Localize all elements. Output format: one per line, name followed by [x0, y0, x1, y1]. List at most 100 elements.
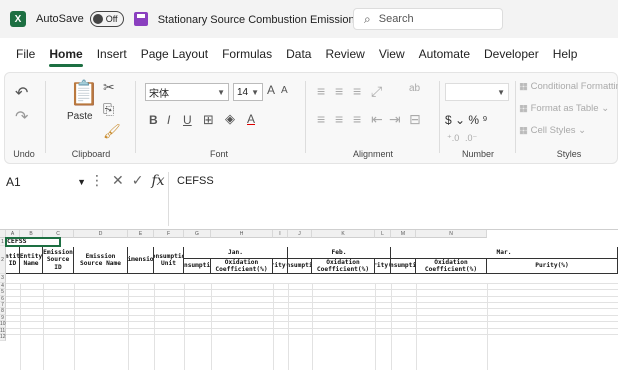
- borders-icon[interactable]: ⊞: [203, 112, 214, 128]
- column-header-f[interactable]: F: [154, 230, 184, 238]
- bold-icon[interactable]: B: [149, 113, 158, 127]
- chevron-down-icon: ▼: [251, 87, 259, 97]
- row-header-10[interactable]: 10: [0, 321, 6, 328]
- font-size-select[interactable]: 14 ▼: [233, 83, 263, 101]
- column-header-j[interactable]: J: [288, 230, 312, 238]
- header-mar-purity[interactable]: Purity(%): [487, 259, 618, 274]
- tab-help[interactable]: Help: [553, 47, 578, 65]
- header-jan-consumption[interactable]: consumption: [184, 259, 211, 274]
- column-header-m[interactable]: M: [391, 230, 416, 238]
- tab-developer[interactable]: Developer: [484, 47, 539, 65]
- header-month-feb[interactable]: Feb.: [288, 247, 391, 259]
- insert-function-icon[interactable]: fx: [151, 173, 164, 189]
- header-month-jan[interactable]: Jan.: [184, 247, 288, 259]
- number-format-buttons[interactable]: $ ⌄ % ⁹: [445, 113, 488, 127]
- column-header-l[interactable]: L: [375, 230, 391, 238]
- header-month-mar[interactable]: Mar.: [391, 247, 618, 259]
- tab-view[interactable]: View: [379, 47, 405, 65]
- align-top-icon[interactable]: ≡: [317, 83, 325, 99]
- enter-icon[interactable]: ✓: [132, 172, 144, 189]
- document-title[interactable]: Stationary Source Combustion Emissions ⌄: [158, 13, 373, 26]
- cut-icon[interactable]: ✂: [103, 79, 115, 96]
- orientation-icon[interactable]: ⤢: [371, 83, 382, 100]
- italic-icon[interactable]: I: [167, 113, 170, 127]
- column-header-n[interactable]: N: [416, 230, 487, 238]
- copy-icon[interactable]: ⎘: [103, 101, 114, 118]
- column-header-i[interactable]: I: [273, 230, 288, 238]
- clipboard-group-label: Clipboard: [71, 149, 111, 159]
- align-right-icon[interactable]: ≡: [353, 111, 361, 127]
- increase-indent-icon[interactable]: ⇥: [389, 111, 401, 128]
- tab-data[interactable]: Data: [286, 47, 311, 65]
- gridline: [312, 283, 313, 370]
- row-header-8[interactable]: 8: [0, 308, 6, 315]
- column-header-g[interactable]: G: [184, 230, 211, 238]
- row-header-12[interactable]: 12: [0, 334, 6, 341]
- align-center-icon[interactable]: ≡: [335, 111, 343, 127]
- format-as-table-button[interactable]: ▦ Format as Table ⌄: [519, 103, 609, 114]
- autosave-toggle[interactable]: Off: [89, 11, 124, 27]
- tab-automate[interactable]: Automate: [419, 47, 470, 65]
- column-header-k[interactable]: K: [312, 230, 375, 238]
- tab-file[interactable]: File: [16, 47, 35, 65]
- wrap-text-icon[interactable]: ab: [409, 83, 420, 94]
- format-table-icon: ▦: [519, 103, 531, 114]
- header-emission-source-name[interactable]: Emission Source Name: [74, 247, 128, 274]
- redo-icon[interactable]: ↷: [15, 107, 28, 127]
- tab-formulas[interactable]: Formulas: [222, 47, 272, 65]
- formula-input[interactable]: CEFSS: [168, 172, 618, 226]
- more-icon: ⋮: [90, 172, 104, 188]
- header-consumption-unit[interactable]: Consumption Unit: [154, 247, 184, 274]
- header-entity-name[interactable]: Entity Name: [20, 247, 43, 274]
- alignment-group: ≡ ≡ ≡ ⤢ ab ≡ ≡ ≡ ⇤ ⇥ ⊟ Alignment: [309, 77, 437, 159]
- conditional-formatting-button[interactable]: ▦ Conditional Formatting: [519, 81, 618, 92]
- tab-review[interactable]: Review: [325, 47, 364, 65]
- increase-font-icon[interactable]: A: [267, 83, 275, 97]
- name-box[interactable]: A1 ▼: [4, 172, 90, 192]
- header-feb-oxidation[interactable]: Oxidation Coefficient(%): [312, 259, 375, 274]
- header-dimension[interactable]: Dimension: [128, 247, 154, 274]
- format-painter-icon[interactable]: 🖌: [103, 123, 121, 140]
- undo-icon[interactable]: ↶: [15, 83, 28, 103]
- column-header-d[interactable]: D: [74, 230, 128, 238]
- header-mar-consumption[interactable]: consumption: [391, 259, 416, 274]
- number-format-select[interactable]: ▼: [445, 83, 509, 101]
- cell-styles-button[interactable]: ▦ Cell Styles ⌄: [519, 125, 586, 136]
- decrease-indent-icon[interactable]: ⇤: [371, 111, 383, 128]
- header-feb-consumption[interactable]: consumption: [288, 259, 312, 274]
- search-placeholder: Search: [378, 13, 414, 25]
- number-group: ▼ $ ⌄ % ⁹ ⁺.0 .0⁻ Number: [443, 77, 513, 159]
- gridline: [375, 283, 376, 370]
- decrease-font-icon[interactable]: A: [281, 85, 288, 96]
- header-jan-oxidation[interactable]: Oxidation Coefficient(%): [211, 259, 273, 274]
- paste-icon[interactable]: 📋: [69, 79, 99, 108]
- cancel-icon[interactable]: ✕: [112, 172, 124, 189]
- tab-insert[interactable]: Insert: [97, 47, 127, 65]
- font-group-label: Font: [209, 149, 228, 159]
- header-emission-source-id[interactable]: Emission Source ID: [43, 247, 74, 274]
- underline-icon[interactable]: U: [183, 113, 192, 127]
- tab-page-layout[interactable]: Page Layout: [141, 47, 208, 65]
- align-bottom-icon[interactable]: ≡: [353, 83, 361, 99]
- save-icon[interactable]: [133, 12, 148, 26]
- merge-center-icon[interactable]: ⊟: [409, 111, 421, 128]
- autosave-label: AutoSave: [36, 13, 84, 25]
- font-color-icon[interactable]: A: [247, 112, 255, 126]
- column-header-e[interactable]: E: [128, 230, 154, 238]
- paste-label[interactable]: Paste: [67, 111, 93, 122]
- align-middle-icon[interactable]: ≡: [335, 83, 343, 99]
- decrease-decimal-icon[interactable]: .0⁻: [465, 133, 477, 144]
- header-jan-purity[interactable]: Purity(%): [273, 259, 288, 274]
- fill-color-icon[interactable]: ◈: [225, 111, 235, 127]
- row-header-5[interactable]: 5: [0, 289, 6, 296]
- header-entity-id[interactable]: Entity ID: [6, 247, 20, 274]
- align-left-icon[interactable]: ≡: [317, 111, 325, 127]
- column-header-h[interactable]: H: [211, 230, 273, 238]
- search-box[interactable]: ⌕ Search: [353, 8, 503, 30]
- increase-decimal-icon[interactable]: ⁺.0: [447, 133, 459, 144]
- row-header-3[interactable]: 3: [0, 274, 6, 283]
- header-mar-oxidation[interactable]: Oxidation Coefficient(%): [416, 259, 487, 274]
- tab-home[interactable]: Home: [49, 47, 84, 67]
- header-feb-purity[interactable]: Purity(%): [375, 259, 391, 274]
- font-name-select[interactable]: 宋体 ▼: [145, 83, 229, 101]
